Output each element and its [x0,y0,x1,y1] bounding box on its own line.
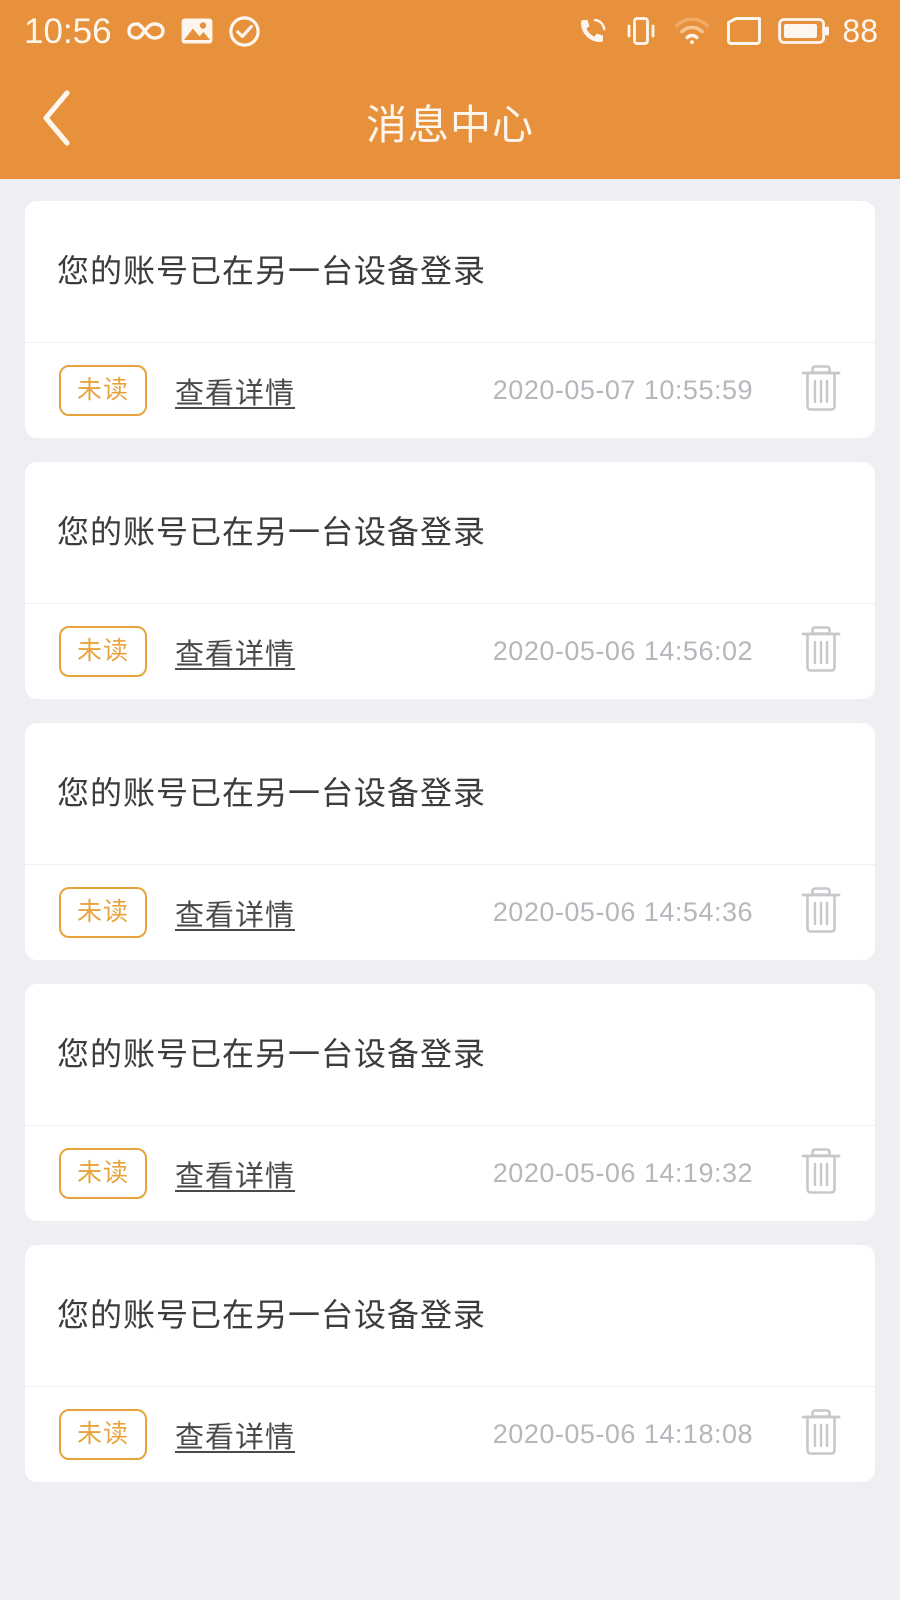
wifi-icon [674,17,710,45]
view-detail-link[interactable]: 查看详情 [175,1153,295,1195]
message-meta-row: 未读 查看详情 2020-05-06 14:54:36 [25,865,875,960]
message-timestamp: 2020-05-06 14:56:02 [492,636,753,666]
status-badge: 未读 [59,626,148,677]
sim-card-icon [726,16,762,46]
status-badge: 未读 [59,365,148,416]
status-badge: 未读 [59,1148,148,1199]
view-detail-link[interactable]: 查看详情 [175,1414,295,1456]
message-title-row: 您的账号已在另一台设备登录 [25,984,875,1126]
message-card[interactable]: 您的账号已在另一台设备登录 未读 查看详情 2020-05-06 14:56:0… [25,462,875,699]
message-timestamp: 2020-05-07 10:55:59 [492,375,753,405]
view-detail-link[interactable]: 查看详情 [175,370,295,412]
message-card[interactable]: 您的账号已在另一台设备登录 未读 查看详情 2020-05-06 14:54:3… [25,723,875,960]
chevron-left-icon [36,87,82,154]
trash-icon [798,622,844,681]
status-bar-right: 88 [578,15,878,47]
photo-icon [180,16,214,46]
message-timestamp: 2020-05-06 14:18:08 [492,1419,753,1449]
message-card[interactable]: 您的账号已在另一台设备登录 未读 查看详情 2020-05-06 14:18:0… [25,1245,875,1482]
back-button[interactable] [24,86,94,156]
message-title: 您的账号已在另一台设备登录 [57,775,487,812]
message-list: 您的账号已在另一台设备登录 未读 查看详情 2020-05-07 10:55:5… [0,179,900,1482]
status-badge: 未读 [59,887,148,938]
message-title-row: 您的账号已在另一台设备登录 [25,201,875,343]
message-timestamp: 2020-05-06 14:54:36 [492,897,753,927]
message-title-row: 您的账号已在另一台设备登录 [25,462,875,604]
status-bar: 10:56 88 [0,0,900,62]
trash-icon [798,361,844,420]
view-detail-link[interactable]: 查看详情 [175,631,295,673]
delete-button[interactable] [795,1406,847,1464]
message-timestamp: 2020-05-06 14:19:32 [492,1158,753,1188]
delete-button[interactable] [795,362,847,420]
app-header: 消息中心 [0,62,900,179]
message-card[interactable]: 您的账号已在另一台设备登录 未读 查看详情 2020-05-07 10:55:5… [25,201,875,438]
vibrate-icon [624,15,658,47]
message-title: 您的账号已在另一台设备登录 [57,1297,487,1334]
status-time: 10:56 [24,11,112,51]
trash-icon [798,883,844,942]
trash-icon [798,1405,844,1464]
delete-button[interactable] [795,1145,847,1203]
check-circle-icon [228,15,261,48]
message-meta-row: 未读 查看详情 2020-05-06 14:19:32 [25,1126,875,1221]
message-title: 您的账号已在另一台设备登录 [57,514,487,551]
infinity-icon [126,18,166,44]
message-title: 您的账号已在另一台设备登录 [57,253,487,290]
delete-button[interactable] [795,623,847,681]
battery-icon [778,16,830,46]
message-card[interactable]: 您的账号已在另一台设备登录 未读 查看详情 2020-05-06 14:19:3… [25,984,875,1221]
message-meta-row: 未读 查看详情 2020-05-06 14:18:08 [25,1387,875,1482]
status-badge: 未读 [59,1409,148,1460]
message-title-row: 您的账号已在另一台设备登录 [25,723,875,865]
message-meta-row: 未读 查看详情 2020-05-06 14:56:02 [25,604,875,699]
status-bar-left: 10:56 [24,14,261,49]
trash-icon [798,1144,844,1203]
message-title: 您的账号已在另一台设备登录 [57,1036,487,1073]
page-title: 消息中心 [366,101,534,148]
message-meta-row: 未读 查看详情 2020-05-07 10:55:59 [25,343,875,438]
delete-button[interactable] [795,884,847,942]
battery-percentage: 88 [842,13,878,49]
view-detail-link[interactable]: 查看详情 [175,892,295,934]
call-icon [578,16,608,46]
message-title-row: 您的账号已在另一台设备登录 [25,1245,875,1387]
